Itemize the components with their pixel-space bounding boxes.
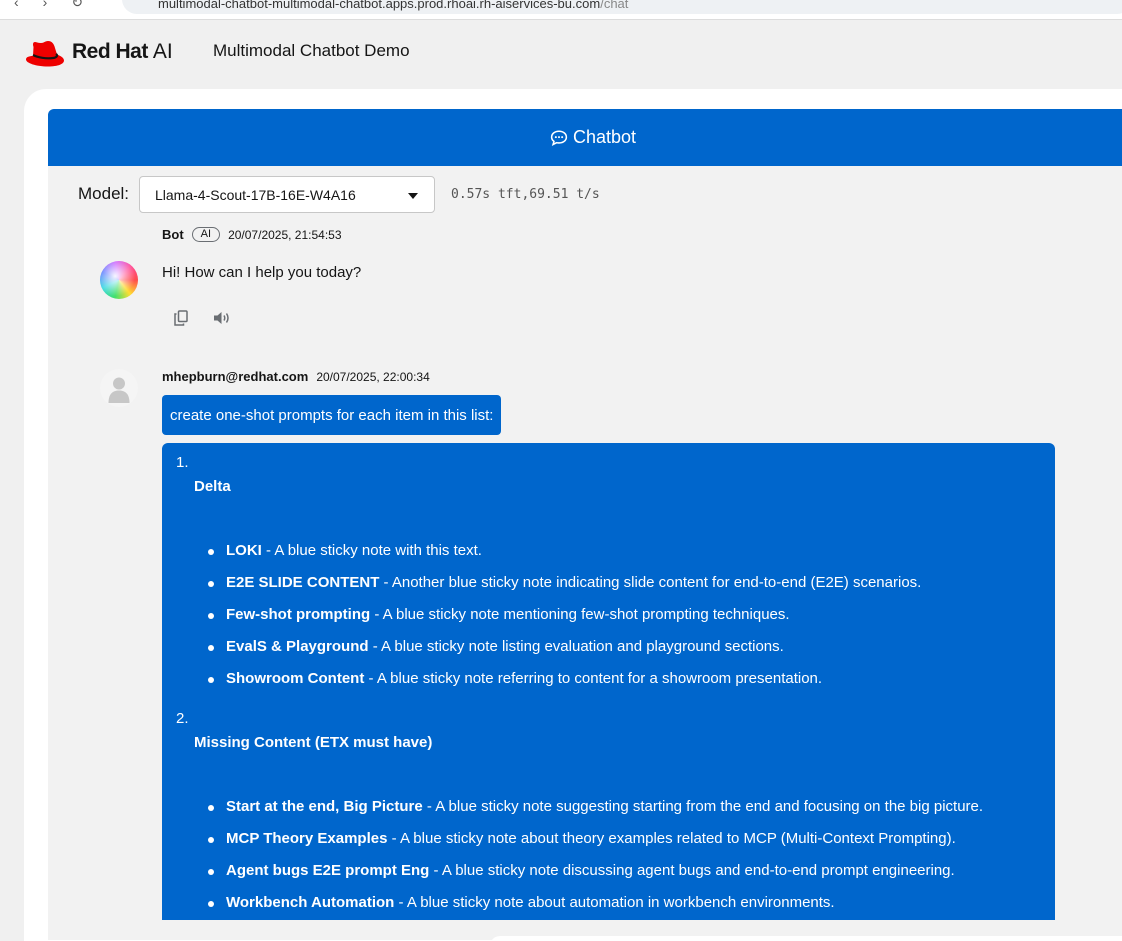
bot-avatar	[100, 261, 138, 299]
redhat-fedora-logo-icon	[26, 41, 64, 67]
list-item-desc: - A blue sticky note suggesting starting…	[422, 798, 984, 815]
section-title: Missing Content (ETX must have)	[194, 734, 433, 751]
brand-name: Red Hat	[72, 40, 148, 63]
brand-logo-group: Red Hat AI	[24, 36, 173, 68]
user-timestamp: 20/07/2025, 22:00:34	[316, 369, 430, 384]
performance-stats: 0.57s tft,69.51 t/s	[451, 187, 600, 202]
list-item-desc: - A blue sticky note mentioning few-shot…	[370, 606, 790, 623]
list-item: E2E SLIDE CONTENT - Another blue sticky …	[207, 574, 922, 591]
user-message-meta: mhepburn@redhat.com 20/07/2025, 22:00:34	[162, 369, 430, 384]
list-item: MCP Theory Examples - A blue sticky note…	[208, 830, 956, 847]
bot-timestamp: 20/07/2025, 21:54:53	[228, 227, 342, 242]
list-item-desc: - A blue sticky note about automation in…	[394, 894, 835, 911]
list-item-term: MCP Theory Examples	[226, 830, 388, 847]
list-item: Agent bugs E2E prompt Eng - A blue stick…	[208, 862, 955, 879]
list-item: Workbench Automation - A blue sticky not…	[208, 894, 835, 911]
bot-message-meta: Bot AI 20/07/2025, 21:54:53	[162, 227, 342, 242]
ai-badge: AI	[191, 227, 221, 242]
list-item-term: E2E SLIDE CONTENT	[226, 574, 380, 591]
list-item-desc: - A blue sticky note listing evaluation …	[368, 638, 784, 655]
forward-icon[interactable]: ›	[43, 0, 72, 10]
brand-suffix: AI	[152, 40, 173, 63]
user-avatar	[100, 369, 138, 407]
bot-message-text: Hi! How can I help you today?	[162, 264, 362, 281]
chatbot-header: Chatbot	[48, 109, 1122, 166]
chatbot-title: Chatbot	[572, 127, 637, 147]
list-item-term: Start at the end, Big Picture	[226, 798, 423, 815]
section-number: 1.	[176, 454, 189, 471]
list-item-desc: - A blue sticky note discussing agent bu…	[429, 862, 955, 879]
model-select-value: Llama-4-Scout-17B-16E-W4A16	[155, 186, 356, 203]
browser-url-bar: ‹›↻ multimodal-chatbot-multimodal-chatbo…	[0, 0, 1122, 20]
input-area-edge	[490, 936, 1122, 941]
list-item-term: EvalS & Playground	[226, 638, 369, 655]
caret-down-icon	[408, 193, 418, 199]
list-item-term: Workbench Automation	[226, 894, 395, 911]
response-block: 1. Delta LOKI - A blue sticky note with …	[162, 443, 1055, 920]
list-item: Showroom Content - A blue sticky note re…	[207, 670, 823, 687]
user-message-bubble: create one-shot prompts for each item in…	[162, 395, 502, 435]
back-icon[interactable]: ‹	[14, 0, 43, 10]
model-select[interactable]: Llama-4-Scout-17B-16E-W4A16	[139, 176, 435, 213]
url-path: /chat	[600, 0, 629, 11]
list-item: Few-shot prompting - A blue sticky note …	[208, 606, 790, 623]
user-sender: mhepburn@redhat.com	[162, 369, 309, 384]
app-title: Multimodal Chatbot Demo	[213, 41, 410, 60]
list-item-term: Few-shot prompting	[226, 606, 371, 623]
speaker-icon	[214, 312, 229, 324]
section-number: 2.	[176, 710, 189, 727]
copy-icon	[174, 310, 188, 326]
chat-bubble-icon	[550, 129, 568, 146]
list-item-term: Agent bugs E2E prompt Eng	[226, 862, 430, 879]
url-host: multimodal-chatbot-multimodal-chatbot.ap…	[158, 0, 601, 11]
model-label: Model:	[78, 184, 130, 203]
list-item-desc: - A blue sticky note referring to conten…	[364, 670, 823, 687]
list-item-desc: - Another blue sticky note indicating sl…	[379, 574, 922, 591]
list-item: LOKI - A blue sticky note with this text…	[208, 542, 482, 559]
bot-sender: Bot	[162, 227, 184, 242]
list-item-term: Showroom Content	[226, 670, 365, 687]
list-item: Start at the end, Big Picture - A blue s…	[207, 798, 984, 815]
browser-nav-icons: ‹›↻	[14, 0, 107, 11]
section-title: Delta	[194, 478, 231, 495]
reload-icon[interactable]: ↻	[71, 0, 107, 10]
address-field[interactable]: multimodal-chatbot-multimodal-chatbot.ap…	[122, 0, 1122, 14]
list-item: EvalS & Playground - A blue sticky note …	[208, 638, 784, 655]
list-item-desc: - A blue sticky note about theory exampl…	[387, 830, 956, 847]
list-item-term: LOKI	[226, 542, 262, 559]
user-avatar-icon	[108, 377, 130, 403]
copy-button[interactable]	[169, 307, 193, 329]
read-aloud-button[interactable]	[210, 307, 234, 329]
list-item-desc: - A blue sticky note with this text.	[261, 542, 482, 559]
